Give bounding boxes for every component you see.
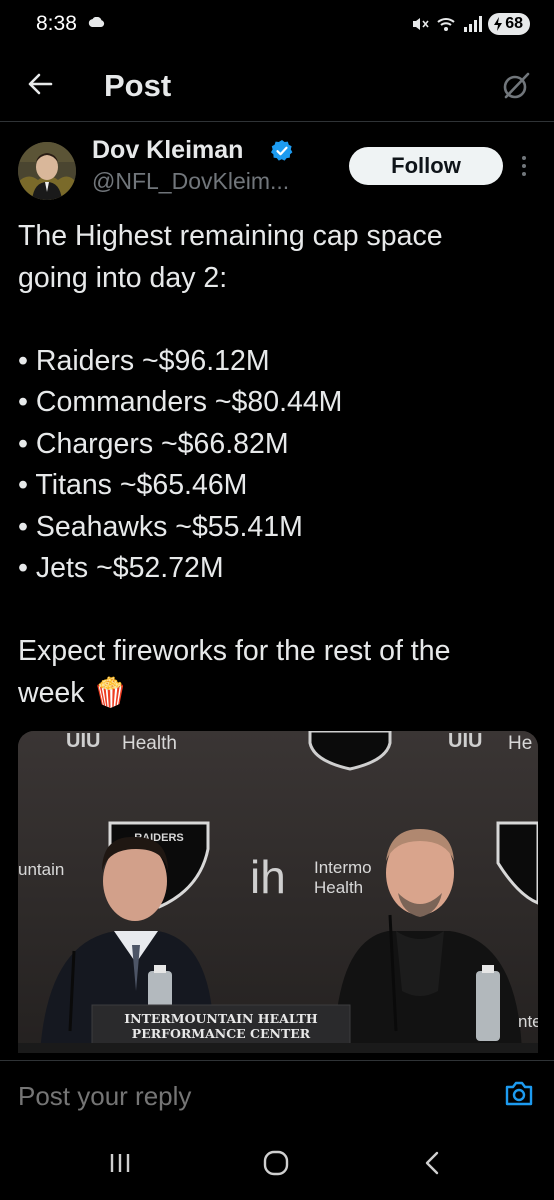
podium-line1: INTERMOUNTAIN HEALTH: [124, 1011, 318, 1026]
page-title: Post: [104, 68, 172, 103]
post-header: Post: [0, 52, 554, 122]
backdrop-edge-text-right: nte: [518, 1012, 538, 1031]
list-item: • Seahawks ~$55.41M: [18, 510, 303, 543]
avatar[interactable]: [18, 142, 76, 200]
post-image[interactable]: UIU Health UIU He RAIDERS untain ih Inte…: [18, 731, 538, 1053]
svg-text:UIU: UIU: [448, 731, 482, 752]
backdrop-health-text: Health: [122, 733, 177, 754]
backdrop-edge-text: untain: [18, 860, 64, 879]
status-time: 8:38: [36, 12, 77, 35]
post-text-line: going into day 2:: [18, 261, 228, 294]
back-button[interactable]: [412, 1148, 452, 1178]
post-body: The Highest remaining cap space going in…: [18, 216, 538, 714]
recent-apps-icon: [110, 1154, 130, 1172]
press-conference-photo: UIU Health UIU He RAIDERS untain ih Inte…: [18, 731, 538, 1053]
camera-icon[interactable]: [504, 1079, 534, 1107]
status-icons: 68: [410, 12, 530, 36]
reply-bar: [0, 1060, 554, 1124]
svg-text:ih: ih: [250, 851, 286, 903]
center-logo-line2: Health: [314, 878, 363, 897]
reply-input[interactable]: [18, 1081, 458, 1112]
cloud-icon: [88, 17, 105, 27]
list-item: • Jets ~$52.72M: [18, 552, 224, 584]
signal-icon: [464, 16, 483, 32]
wifi-icon: [437, 18, 455, 31]
home-icon: [263, 1150, 289, 1176]
system-nav-bar: [0, 1124, 554, 1200]
verified-badge-icon: [271, 140, 293, 161]
follow-button[interactable]: Follow: [349, 147, 503, 185]
battery-level: 68: [505, 15, 523, 32]
list-item: • Raiders ~$96.12M: [18, 344, 270, 377]
mute-icon: [413, 18, 429, 30]
more-options-icon[interactable]: [520, 152, 528, 180]
list-item: • Commanders ~$80.44M: [18, 386, 343, 418]
list-item: • Titans ~$65.46M: [18, 469, 248, 501]
recent-apps-button[interactable]: [100, 1148, 140, 1178]
backdrop-health-text-right: He: [508, 733, 532, 754]
battery-badge: 68: [488, 13, 530, 35]
podium-line2: PERFORMANCE CENTER: [132, 1026, 311, 1041]
center-logo-line1: Intermo: [314, 858, 372, 877]
post-text-line: Expect fireworks for the rest of the: [18, 635, 451, 667]
list-item: • Chargers ~$66.82M: [18, 427, 289, 460]
post-text-line: The Highest remaining cap space: [18, 220, 443, 252]
charging-icon: [494, 17, 503, 31]
nav-back-icon: [425, 1151, 439, 1175]
grok-icon[interactable]: [500, 70, 532, 102]
avatar-image: [18, 142, 76, 200]
author-name[interactable]: Dov Kleiman: [92, 136, 243, 165]
status-bar: 8:38 68: [0, 0, 554, 52]
post-text-line: week 🍿: [18, 676, 128, 709]
back-arrow-icon[interactable]: [26, 70, 54, 98]
author-handle[interactable]: @NFL_DovKleim...: [92, 168, 289, 195]
home-button[interactable]: [256, 1148, 296, 1178]
svg-text:UIU: UIU: [66, 731, 100, 752]
